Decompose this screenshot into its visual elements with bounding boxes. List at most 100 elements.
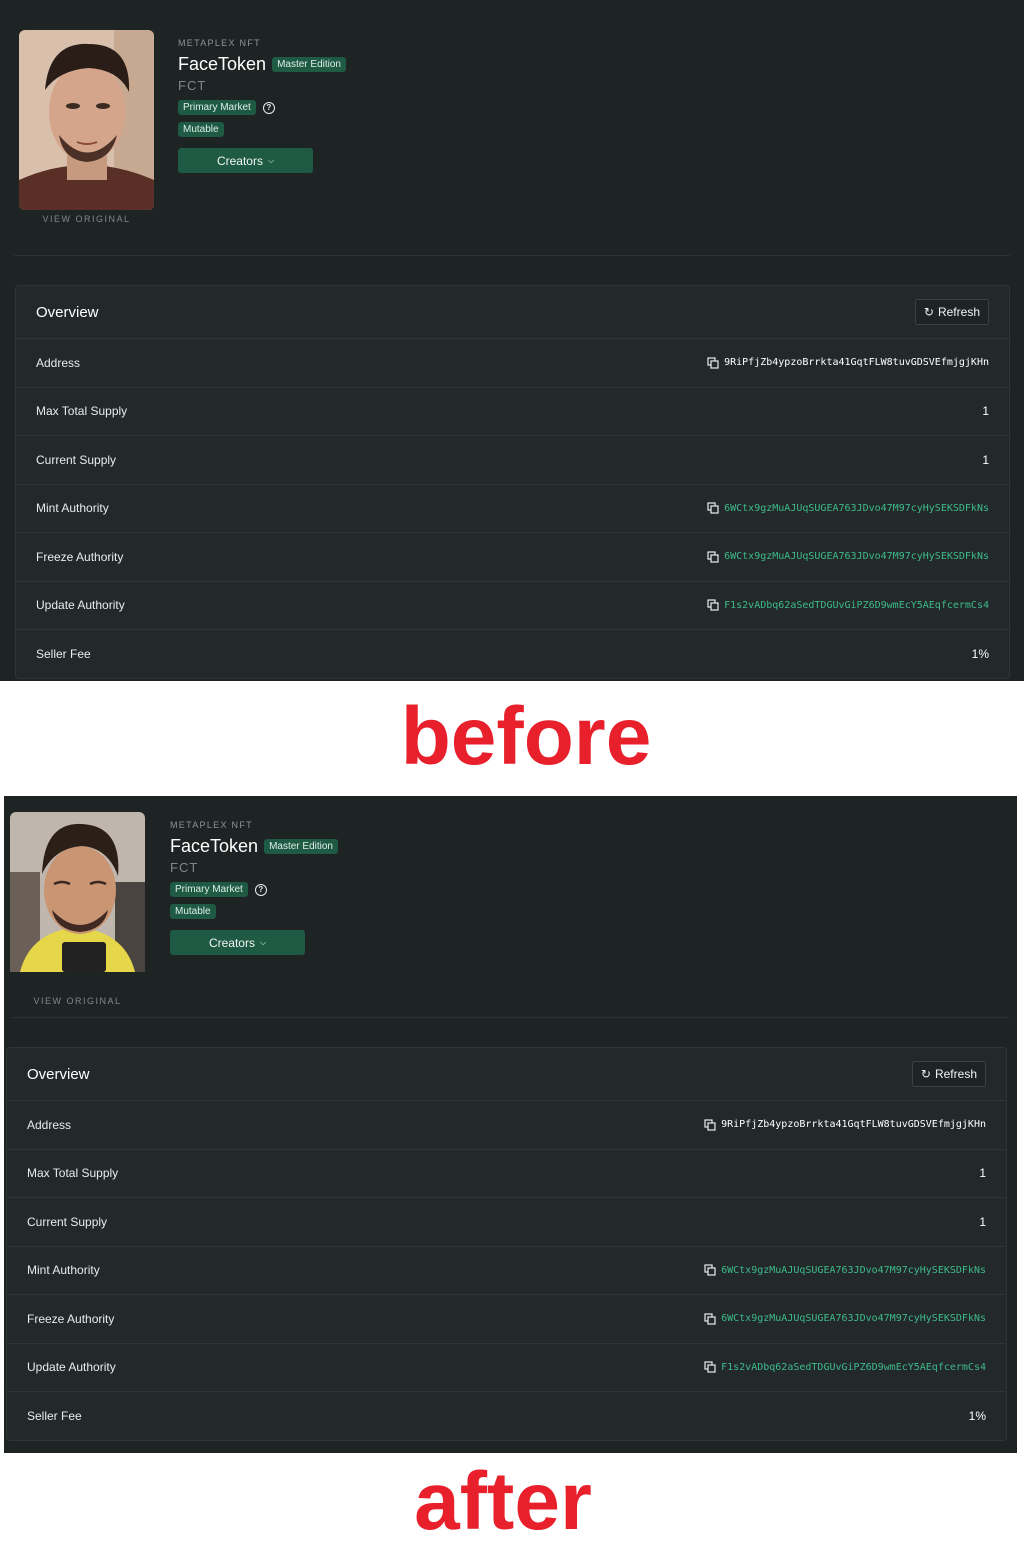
chevron-down-icon: ⌵: [259, 937, 267, 947]
kicker-label: METAPLEX NFT: [170, 820, 253, 830]
row-current-supply: Current Supply 1: [7, 1198, 1006, 1247]
refresh-icon: ↻: [920, 1067, 931, 1081]
row-mint-authority: Mint Authority 6WCtx9gzMuAJUqSUGEA763JDv…: [7, 1247, 1006, 1295]
row-label: Freeze Authority: [27, 1311, 115, 1326]
view-original-link[interactable]: VIEW ORIGINAL: [19, 214, 154, 224]
market-badge: Primary Market: [178, 100, 256, 115]
copy-icon[interactable]: [704, 1313, 716, 1325]
caption-before: before: [400, 691, 652, 782]
address-value[interactable]: 9RiPfjZb4ypzoBrrkta41GqtFLW8tuvGDSVEfmjg…: [704, 1119, 986, 1131]
refresh-button[interactable]: ↻ Refresh: [911, 1061, 986, 1087]
refresh-button[interactable]: ↻ Refresh: [914, 299, 989, 325]
help-icon[interactable]: ?: [254, 883, 267, 896]
market-row: Primary Market ?: [170, 882, 338, 897]
row-label: Max Total Supply: [36, 404, 128, 419]
row-update-authority: Update Authority F1s2vADbq62aSedTDGUvGiP…: [16, 582, 1009, 630]
market-row: Primary Market ?: [178, 100, 346, 115]
address-text: 9RiPfjZb4ypzoBrrkta41GqtFLW8tuvGDSVEfmjg…: [724, 357, 989, 369]
row-label: Mint Authority: [27, 1263, 100, 1278]
copy-icon[interactable]: [707, 599, 719, 611]
update-authority-link[interactable]: F1s2vADbq62aSedTDGUvGiPZ6D9wmEcY5AEqfcer…: [704, 1361, 986, 1373]
creators-label: Creators: [216, 153, 263, 168]
caption-after: after: [414, 1456, 592, 1547]
creators-label: Creators: [208, 935, 255, 950]
row-address: Address 9RiPfjZb4ypzoBrrkta41GqtFLW8tuvG…: [7, 1101, 1006, 1150]
overview-title: Overview: [36, 303, 99, 321]
row-label: Seller Fee: [36, 646, 91, 661]
current-supply-value: 1: [982, 452, 989, 467]
mutable-row: Mutable: [178, 122, 346, 137]
overview-card: Overview ↻ Refresh Address 9RiPfjZb4ypzo…: [15, 285, 1010, 679]
nft-header: VIEW ORIGINAL METAPLEX NFT FaceToken Mas…: [10, 796, 1009, 1018]
max-supply-value: 1: [979, 1166, 986, 1181]
copy-icon[interactable]: [704, 1361, 716, 1373]
nft-symbol: FCT: [170, 860, 199, 875]
row-label: Address: [36, 355, 81, 370]
update-authority-link[interactable]: F1s2vADbq62aSedTDGUvGiPZ6D9wmEcY5AEqfcer…: [707, 599, 989, 611]
refresh-label: Refresh: [937, 305, 980, 319]
creators-button[interactable]: Creators ⌵: [170, 930, 305, 955]
seller-fee-value: 1%: [971, 646, 989, 661]
creators-button[interactable]: Creators ⌵: [178, 148, 313, 173]
current-supply-value: 1: [979, 1214, 986, 1229]
max-supply-value: 1: [982, 404, 989, 419]
mutable-badge: Mutable: [178, 122, 224, 137]
mint-authority-link[interactable]: 6WCtx9gzMuAJUqSUGEA763JDvo47M97cyHySEKSD…: [707, 502, 989, 514]
copy-icon[interactable]: [707, 502, 719, 514]
update-authority-text: F1s2vADbq62aSedTDGUvGiPZ6D9wmEcY5AEqfcer…: [724, 599, 989, 611]
view-original-link[interactable]: VIEW ORIGINAL: [10, 996, 145, 1006]
row-label: Update Authority: [36, 598, 125, 613]
mint-authority-link[interactable]: 6WCtx9gzMuAJUqSUGEA763JDvo47M97cyHySEKSD…: [704, 1264, 986, 1276]
row-label: Max Total Supply: [27, 1166, 119, 1181]
freeze-authority-text: 6WCtx9gzMuAJUqSUGEA763JDvo47M97cyHySEKSD…: [721, 1313, 986, 1325]
row-address: Address 9RiPfjZb4ypzoBrrkta41GqtFLW8tuvG…: [16, 339, 1009, 388]
nft-header: VIEW ORIGINAL METAPLEX NFT FaceToken Mas…: [14, 0, 1010, 256]
kicker-label: METAPLEX NFT: [178, 38, 261, 48]
row-seller-fee: Seller Fee 1%: [7, 1392, 1006, 1440]
overview-title: Overview: [27, 1065, 90, 1083]
address-value[interactable]: 9RiPfjZb4ypzoBrrkta41GqtFLW8tuvGDSVEfmjg…: [707, 357, 989, 369]
nft-image[interactable]: [10, 812, 145, 992]
nft-image[interactable]: [19, 30, 154, 210]
row-label: Mint Authority: [36, 501, 109, 516]
seller-fee-value: 1%: [968, 1408, 986, 1423]
freeze-authority-text: 6WCtx9gzMuAJUqSUGEA763JDvo47M97cyHySEKSD…: [724, 551, 989, 563]
mutable-badge: Mutable: [170, 904, 216, 919]
avatar-block: VIEW ORIGINAL: [10, 812, 145, 1006]
copy-icon[interactable]: [707, 551, 719, 563]
row-max-total-supply: Max Total Supply 1: [16, 388, 1009, 436]
mutable-row: Mutable: [170, 904, 338, 919]
overview-header: Overview ↻ Refresh: [16, 286, 1009, 339]
edition-badge: Master Edition: [272, 57, 346, 72]
avatar-block: VIEW ORIGINAL: [19, 30, 154, 224]
row-label: Seller Fee: [27, 1408, 82, 1423]
help-icon[interactable]: ?: [262, 101, 275, 114]
row-label: Current Supply: [36, 452, 117, 467]
refresh-icon: ↻: [923, 305, 934, 319]
row-label: Current Supply: [27, 1214, 108, 1229]
row-mint-authority: Mint Authority 6WCtx9gzMuAJUqSUGEA763JDv…: [16, 485, 1009, 533]
copy-icon[interactable]: [704, 1119, 716, 1131]
edition-badge: Master Edition: [264, 839, 338, 854]
row-update-authority: Update Authority F1s2vADbq62aSedTDGUvGiP…: [7, 1344, 1006, 1392]
title-row: FaceToken Master Edition: [170, 836, 338, 857]
copy-icon[interactable]: [707, 357, 719, 369]
nft-symbol: FCT: [178, 78, 207, 93]
overview-header: Overview ↻ Refresh: [7, 1048, 1006, 1101]
chevron-down-icon: ⌵: [267, 155, 275, 165]
mint-authority-text: 6WCtx9gzMuAJUqSUGEA763JDvo47M97cyHySEKSD…: [724, 502, 989, 514]
copy-icon[interactable]: [704, 1264, 716, 1276]
refresh-label: Refresh: [934, 1067, 977, 1081]
freeze-authority-link[interactable]: 6WCtx9gzMuAJUqSUGEA763JDvo47M97cyHySEKSD…: [704, 1313, 986, 1325]
title-row: FaceToken Master Edition: [178, 54, 346, 75]
address-text: 9RiPfjZb4ypzoBrrkta41GqtFLW8tuvGDSVEfmjg…: [721, 1119, 986, 1131]
nft-panel-before: VIEW ORIGINAL METAPLEX NFT FaceToken Mas…: [0, 0, 1024, 681]
nft-meta: METAPLEX NFT FaceToken Master Edition FC…: [170, 820, 338, 955]
nft-title: FaceToken: [170, 836, 259, 856]
row-max-total-supply: Max Total Supply 1: [7, 1150, 1006, 1198]
update-authority-text: F1s2vADbq62aSedTDGUvGiPZ6D9wmEcY5AEqfcer…: [721, 1361, 986, 1373]
overview-card: Overview ↻ Refresh Address 9RiPfjZb4ypzo…: [6, 1047, 1007, 1441]
freeze-authority-link[interactable]: 6WCtx9gzMuAJUqSUGEA763JDvo47M97cyHySEKSD…: [707, 551, 989, 563]
nft-panel-after: VIEW ORIGINAL METAPLEX NFT FaceToken Mas…: [4, 796, 1017, 1453]
row-label: Update Authority: [27, 1360, 116, 1375]
